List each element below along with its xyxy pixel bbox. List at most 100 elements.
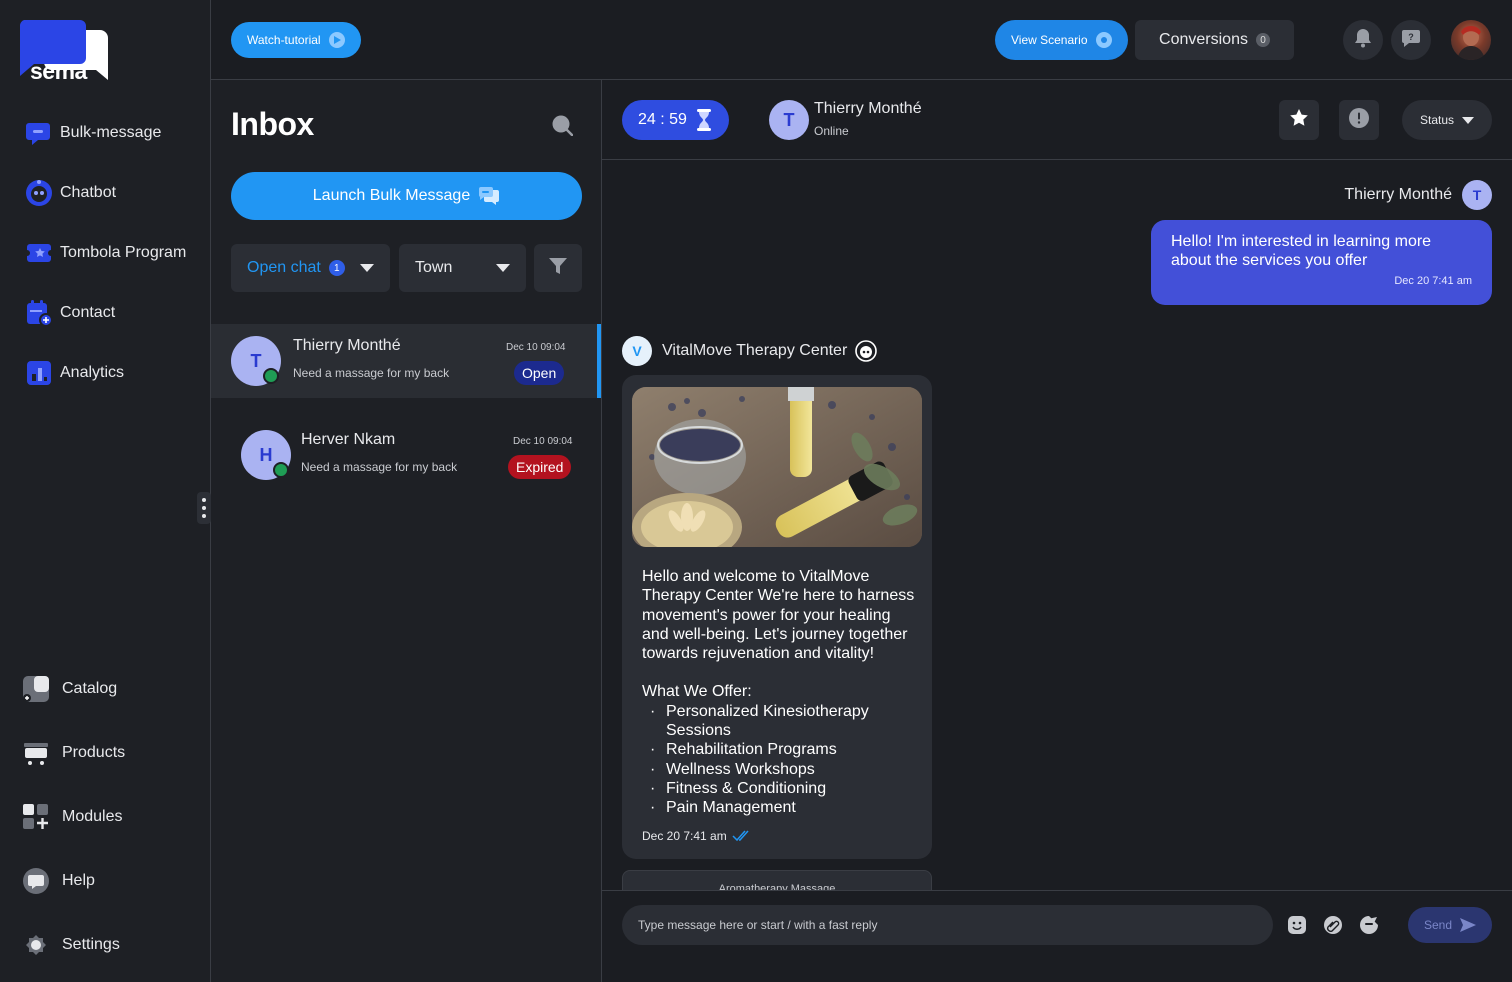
- message-text: Hello! I'm interested in learning more a…: [1171, 233, 1432, 269]
- chat-bubbles-icon: [478, 186, 500, 206]
- inbox-panel: Inbox Launch Bulk Message Open chat 1 To…: [211, 80, 602, 982]
- send-button[interactable]: Send: [1408, 907, 1492, 943]
- chat-status-filter[interactable]: Open chat 1: [231, 244, 390, 292]
- chevron-down-icon: [496, 264, 510, 272]
- sidebar-item-label: Chatbot: [60, 184, 117, 201]
- offer-title: What We Offer:: [642, 683, 752, 701]
- filter-button[interactable]: [534, 244, 582, 292]
- sender-name: VitalMove Therapy Center: [662, 342, 848, 359]
- tombola-icon: [24, 238, 54, 268]
- sidebar-item-help[interactable]: Help: [22, 865, 95, 897]
- send-icon: [1460, 918, 1477, 932]
- help-icon: [22, 867, 50, 895]
- town-filter[interactable]: Town: [399, 244, 526, 292]
- modules-icon: [22, 803, 50, 831]
- aromatherapy-image[interactable]: [632, 387, 922, 547]
- outgoing-message: Hello! I'm interested in learning more a…: [1151, 220, 1492, 305]
- sidebar-item-products[interactable]: Products: [22, 737, 125, 769]
- send-label: Send: [1423, 918, 1453, 932]
- session-timer: 24 : 59: [622, 100, 729, 140]
- quick-reply-icon[interactable]: [1359, 915, 1379, 935]
- inbox-title: Inbox: [231, 106, 314, 142]
- active-indicator: [597, 324, 601, 398]
- chat-timestamp: Dec 10 09:04: [506, 342, 566, 353]
- sidebar-item-chatbot[interactable]: Chatbot: [24, 177, 116, 209]
- eye-icon: [1095, 32, 1112, 48]
- open-chat-count-badge: 1: [328, 260, 345, 276]
- gear-icon: [22, 931, 50, 959]
- notifications-button[interactable]: [1343, 20, 1383, 60]
- contact-avatar: T: [769, 100, 809, 140]
- analytics-icon: [24, 358, 54, 388]
- sidebar: sema Bulk-message Chatbot Tombola Progra…: [0, 0, 211, 982]
- message-timestamp: Dec 20 7:41 am: [642, 829, 727, 843]
- chat-preview: Need a massage for my back: [301, 460, 458, 474]
- user-avatar[interactable]: [1451, 20, 1491, 60]
- sidebar-item-contact[interactable]: Contact: [24, 297, 115, 329]
- sidebar-item-bulk-message[interactable]: Bulk-message: [24, 117, 161, 149]
- sidebar-item-settings[interactable]: Settings: [22, 929, 120, 961]
- message-input[interactable]: [622, 905, 1273, 945]
- catalog-card[interactable]: Aromatherapy Massage: [622, 870, 932, 890]
- sidebar-item-label: Products: [62, 744, 126, 761]
- status-dropdown[interactable]: Status: [1402, 100, 1492, 140]
- chat-preview: Need a massage for my back: [293, 366, 450, 380]
- message-composer: Send: [602, 890, 1512, 982]
- cart-icon: [22, 739, 50, 767]
- sidebar-item-analytics[interactable]: Analytics: [24, 357, 124, 389]
- sidebar-item-modules[interactable]: Modules: [22, 801, 122, 833]
- bot-icon: [855, 340, 878, 362]
- status-badge: Open: [514, 361, 565, 385]
- sidebar-item-label: Contact: [60, 304, 116, 321]
- attachment-icon[interactable]: [1323, 915, 1343, 935]
- view-scenario-button[interactable]: View Scenario: [995, 20, 1128, 60]
- search-icon[interactable]: [551, 114, 574, 137]
- conversions-label: Conversions: [1159, 31, 1248, 48]
- svg-text:?: ?: [1408, 32, 1414, 42]
- chevron-down-icon: [360, 264, 374, 272]
- favorite-button[interactable]: [1279, 100, 1319, 140]
- chevron-down-icon: [1462, 116, 1475, 124]
- watch-tutorial-label: Watch-tutorial: [247, 33, 321, 47]
- offer-list: Personalized Kinesiotherapy Sessions Reh…: [642, 702, 917, 818]
- chat-timestamp: Dec 10 09:04: [513, 436, 573, 447]
- emoji-icon[interactable]: [1287, 915, 1307, 935]
- alert-icon: [1349, 107, 1369, 133]
- message-body: Hello and welcome to VitalMove Therapy C…: [642, 567, 917, 818]
- chat-status-filter-label: Open chat: [247, 259, 321, 276]
- online-indicator: [263, 368, 279, 384]
- sidebar-item-tombola[interactable]: Tombola Program: [24, 237, 186, 269]
- list-item: Wellness Workshops: [642, 760, 917, 780]
- message-thread[interactable]: Thierry Monthé T Hello! I'm interested i…: [602, 160, 1512, 890]
- watch-tutorial-button[interactable]: Watch-tutorial: [231, 22, 361, 58]
- logo-text: sema: [30, 58, 87, 84]
- sidebar-item-label: Tombola Program: [60, 244, 187, 261]
- sender-name: Thierry Monthé: [1344, 186, 1452, 203]
- chat-list-item[interactable]: T Thierry Monthé Need a massage for my b…: [211, 324, 601, 398]
- outgoing-sender: Thierry Monthé T: [1344, 180, 1492, 210]
- sidebar-item-label: Bulk-message: [60, 124, 162, 141]
- sidebar-collapse-handle[interactable]: [197, 492, 211, 524]
- double-check-icon: [732, 829, 752, 842]
- contact-icon: [24, 298, 54, 328]
- sender-avatar: V: [622, 336, 652, 366]
- sidebar-item-catalog[interactable]: Catalog: [22, 673, 117, 705]
- chat-contact-name: Thierry Monthé: [293, 337, 401, 354]
- contact-name: Thierry Monthé: [814, 100, 922, 117]
- list-item: Pain Management: [642, 798, 917, 818]
- sidebar-item-label: Analytics: [60, 364, 125, 381]
- message-timestamp: Dec 20 7:41 am: [1394, 275, 1472, 287]
- star-icon: [1289, 108, 1309, 133]
- list-item: Personalized Kinesiotherapy Sessions: [642, 702, 917, 741]
- chat-list-item[interactable]: H Herver Nkam Need a massage for my back…: [211, 418, 601, 492]
- status-dropdown-label: Status: [1419, 113, 1455, 127]
- list-item: Rehabilitation Programs: [642, 740, 917, 760]
- online-indicator: [273, 462, 289, 478]
- launch-bulk-message-button[interactable]: Launch Bulk Message: [231, 172, 582, 220]
- help-button[interactable]: ?: [1391, 20, 1431, 60]
- bell-icon: [1354, 28, 1372, 53]
- conversions-button[interactable]: Conversions 0: [1135, 20, 1294, 60]
- report-button[interactable]: [1339, 100, 1379, 140]
- contact-presence: Online: [814, 124, 849, 138]
- sender-avatar: T: [1462, 180, 1492, 210]
